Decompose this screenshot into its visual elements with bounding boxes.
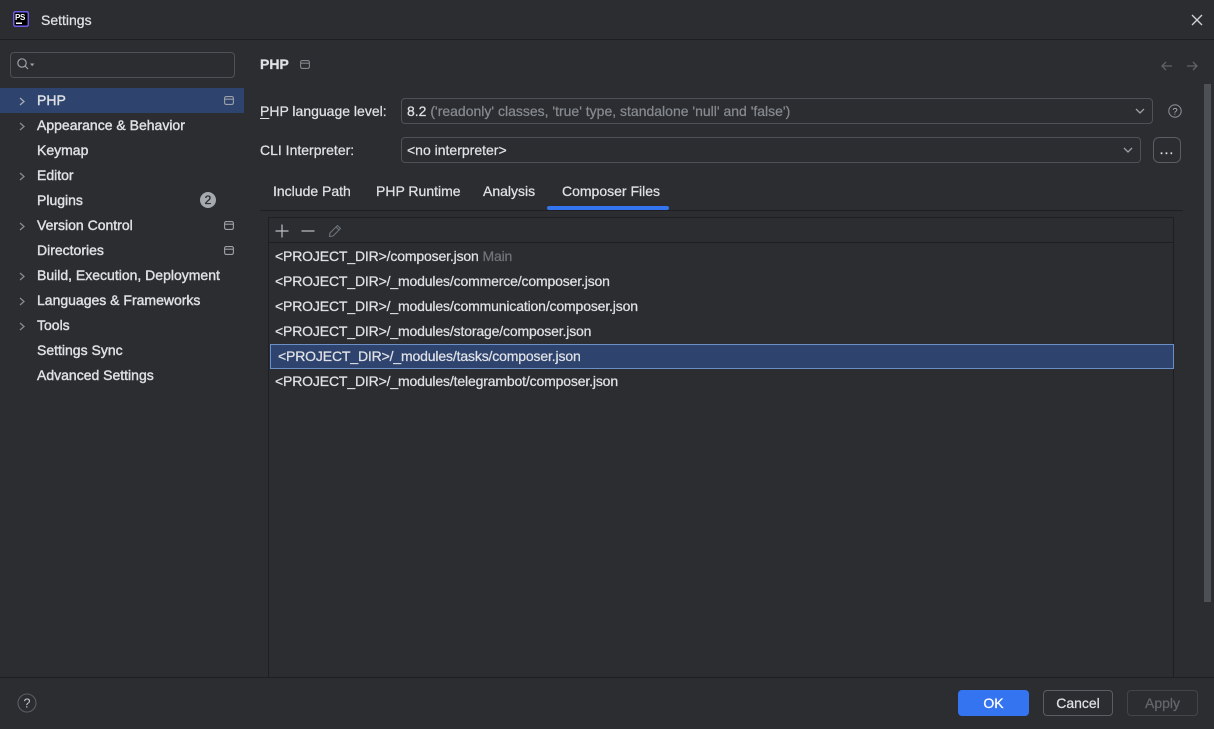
svg-text:?: ? <box>24 697 31 711</box>
svg-text:?: ? <box>1172 106 1177 117</box>
svg-text:PS: PS <box>15 13 26 22</box>
